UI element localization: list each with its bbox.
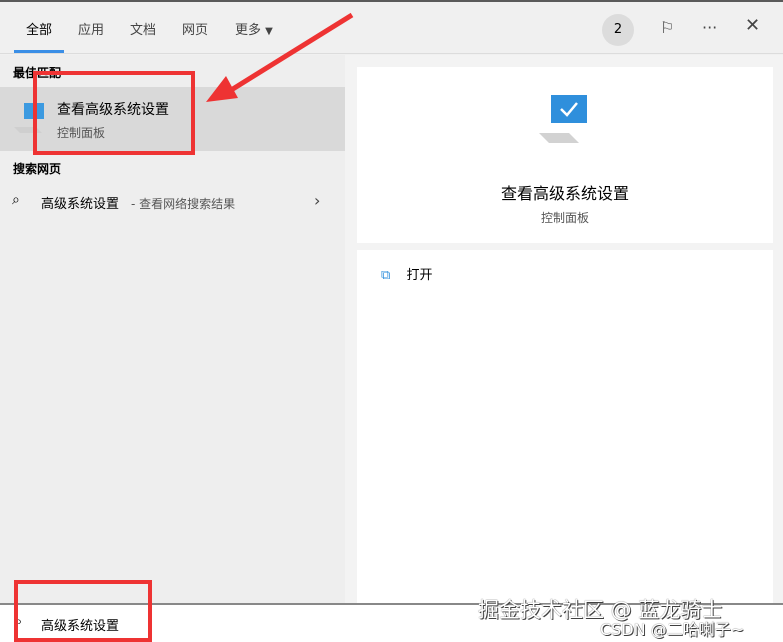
watermark-csdn: CSDN @二哈喇子~ — [600, 620, 745, 639]
annotation-arrow — [206, 12, 354, 102]
